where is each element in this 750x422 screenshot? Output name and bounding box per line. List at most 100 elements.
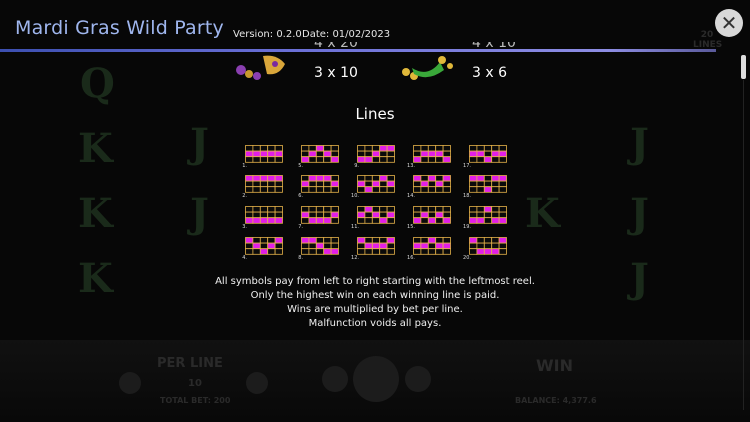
payline-active-cell: [442, 175, 451, 182]
payline-cell: [476, 180, 485, 188]
payline-cell: [252, 206, 261, 213]
payline-cell: [301, 242, 310, 250]
payline-cell: [330, 237, 339, 244]
payline-cell: [364, 248, 373, 255]
spin-button: [353, 356, 399, 402]
payline-cell: [308, 156, 317, 163]
payline-cell: [357, 206, 366, 213]
payline-active-cell: [435, 211, 444, 219]
payline-cell: [252, 156, 261, 163]
payline-cell: [315, 150, 325, 158]
payline-cell: [386, 248, 395, 255]
bg-symbol-q: Q: [80, 60, 115, 107]
payline-cell: [267, 211, 276, 219]
payline-cell: [442, 186, 451, 193]
payline-active-cell: [442, 156, 451, 163]
payline-active-cell: [491, 175, 500, 182]
payline-active-cell: [301, 156, 310, 163]
payline-active-cell: [498, 175, 507, 182]
payline-active-cell: [386, 237, 395, 244]
payline-cell: [435, 145, 444, 152]
date-text: Date: 01/02/2023: [302, 29, 391, 40]
payline-cell: [308, 248, 317, 255]
payline-cell: [357, 242, 366, 250]
payline-cell: [435, 186, 444, 193]
payline-cell: [469, 248, 478, 255]
payline-cell: [435, 156, 444, 163]
scrollbar-track[interactable]: [743, 80, 744, 410]
payline-cell: [259, 180, 269, 188]
payline-number: 4.: [242, 255, 247, 261]
payline-active-cell: [371, 180, 381, 188]
payline-active-cell: [491, 150, 500, 158]
payline-active-cell: [259, 175, 269, 182]
payline-active-cell: [469, 150, 478, 158]
payline-active-cell: [323, 175, 332, 182]
game-title: Mardi Gras Wild Party: [15, 17, 224, 39]
payline-cell: [252, 186, 261, 193]
payline-cell: [491, 206, 500, 213]
payline-cell: [267, 156, 276, 163]
payline-cell: [483, 175, 493, 182]
payline-cell: [476, 186, 485, 193]
payline-number: 14.: [407, 193, 415, 199]
payline-number: 13.: [407, 163, 415, 169]
payline-active-cell: [483, 206, 493, 213]
payline-cell: [491, 156, 500, 163]
payline-cell: [386, 156, 395, 163]
total-bet: TOTAL BET: 200: [160, 396, 231, 405]
payline-active-cell: [498, 217, 507, 224]
payline-cell: [245, 206, 254, 213]
payline-cell: [379, 211, 388, 219]
payline-number: 6.: [298, 193, 303, 199]
payline-active-cell: [308, 217, 317, 224]
payline-cell: [491, 237, 500, 244]
payline-14: 14.: [404, 175, 459, 199]
payline-active-cell: [483, 248, 493, 255]
pay-left: 4 x 20 3 x 10: [314, 42, 358, 83]
payline-cell: [323, 180, 332, 188]
payline-cell: [274, 180, 283, 188]
pay-left-line1: 4 x 20: [314, 42, 358, 51]
payline-active-cell: [420, 242, 429, 250]
payline-cell: [427, 180, 437, 188]
payline-cell: [476, 206, 485, 213]
payline-1: 1.: [236, 145, 291, 169]
payline-pattern: [357, 145, 395, 163]
payline-cell: [371, 156, 381, 163]
payline-cell: [364, 237, 373, 244]
payline-cell: [386, 150, 395, 158]
payline-active-cell: [371, 150, 381, 158]
header-divider: [0, 49, 716, 52]
payline-active-cell: [245, 237, 254, 244]
payline-active-cell: [386, 211, 395, 219]
payline-cell: [274, 145, 283, 152]
close-button[interactable]: ✕: [715, 9, 743, 37]
payline-pattern: [469, 237, 507, 255]
payline-cell: [259, 237, 269, 244]
payline-cell: [357, 175, 366, 182]
payline-cell: [259, 242, 269, 250]
lines-title: Lines: [355, 105, 395, 123]
payline-number: 3.: [242, 224, 247, 230]
bg-symbol-k: K: [78, 125, 113, 172]
payline-cell: [413, 248, 422, 255]
payline-cell: [245, 211, 254, 219]
scrollbar-thumb[interactable]: [741, 55, 746, 79]
payline-2: 2.: [236, 175, 291, 199]
payline-cell: [469, 156, 478, 163]
payline-number: 9.: [354, 163, 359, 169]
payline-18: 18.: [460, 175, 515, 199]
payline-cell: [442, 150, 451, 158]
payline-cell: [413, 150, 422, 158]
payline-cell: [267, 145, 276, 152]
payline-number: 1.: [242, 163, 247, 169]
payline-cell: [420, 186, 429, 193]
payline-cell: [357, 145, 366, 152]
payline-active-cell: [259, 150, 269, 158]
payline-cell: [483, 242, 493, 250]
payline-cell: [315, 180, 325, 188]
payline-cell: [427, 156, 437, 163]
payline-cell: [274, 186, 283, 193]
payline-cell: [315, 248, 325, 255]
